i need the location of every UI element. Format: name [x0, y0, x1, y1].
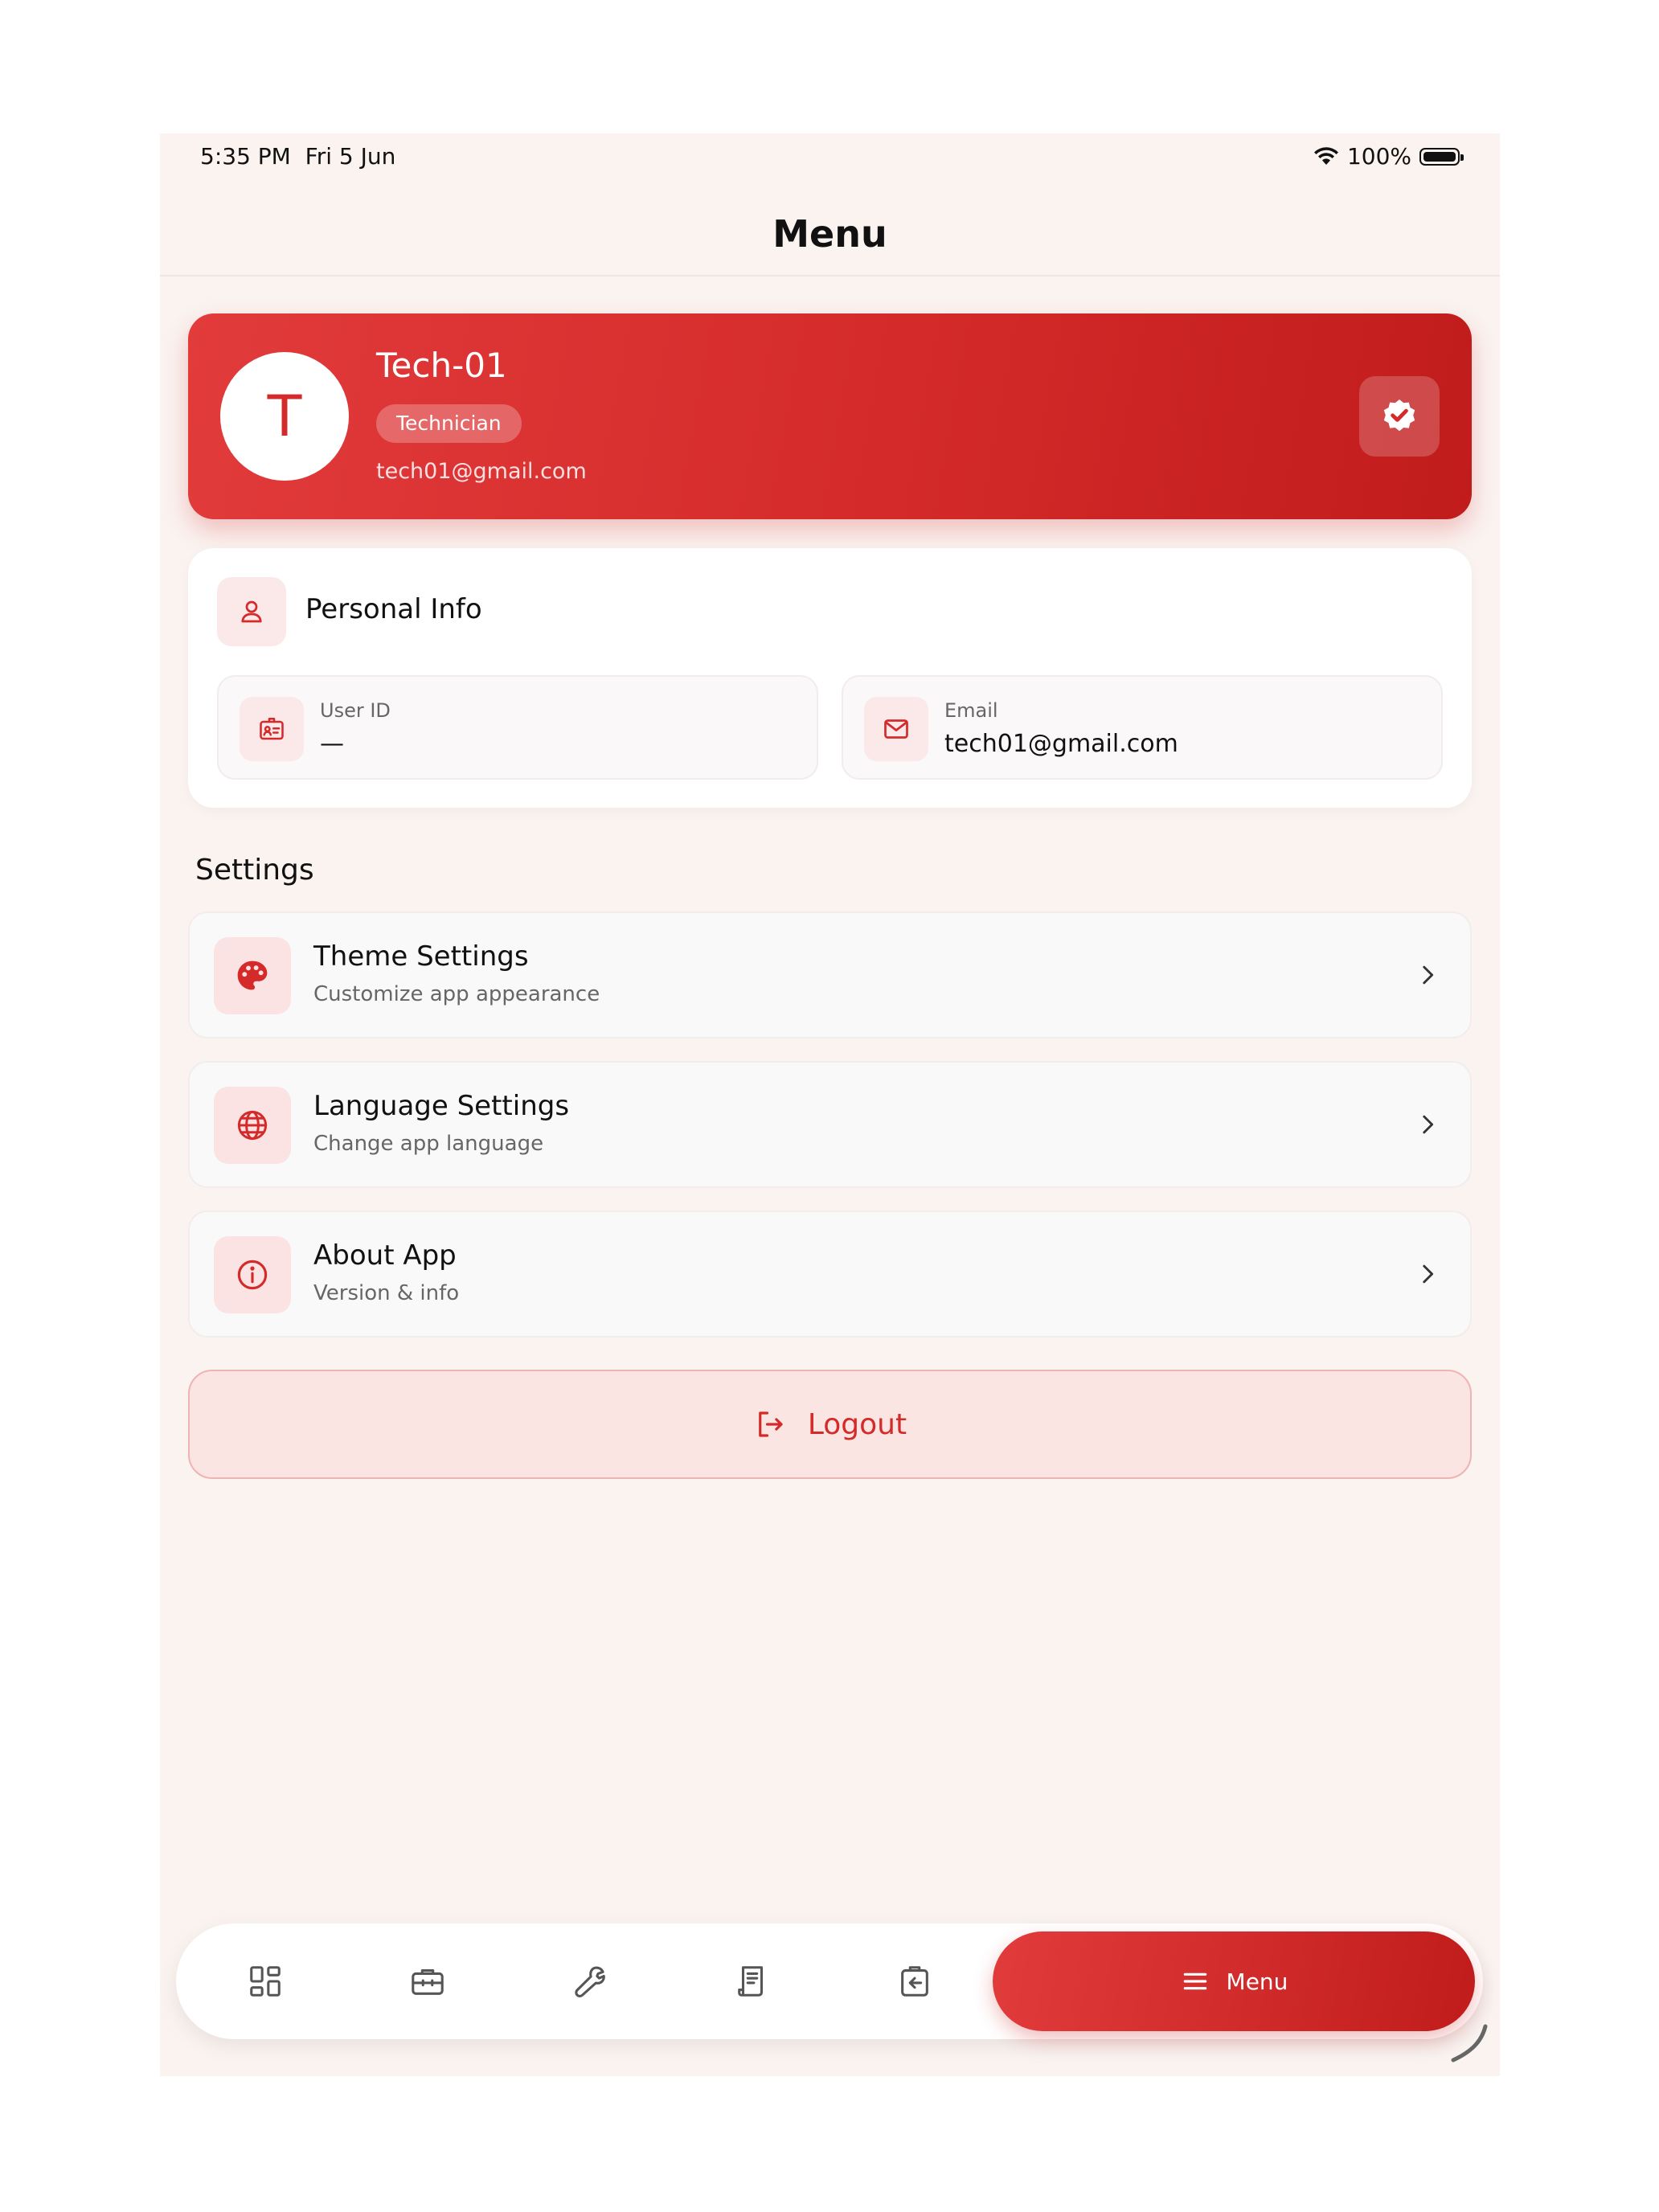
dashboard-icon: [250, 1966, 281, 1997]
mail-icon: [864, 697, 928, 761]
info-icon: [214, 1236, 291, 1313]
personal-info-card: Personal Info User ID — Email tech01@gma…: [188, 548, 1472, 808]
profile-email: tech01@gmail.com: [376, 459, 587, 484]
theme-settings-subtitle: Customize app appearance: [313, 982, 600, 1006]
chevron-right-icon: [1423, 1264, 1434, 1284]
nav-reports[interactable]: [728, 1957, 776, 2005]
header: Menu: [160, 190, 1500, 276]
chevron-right-icon: [1423, 965, 1434, 985]
bottom-navigation: Menu: [176, 1923, 1483, 2039]
clipboard-icon: [901, 1966, 928, 1997]
user-id-value: —: [320, 730, 344, 758]
logout-icon: [759, 1411, 783, 1437]
logout-button[interactable]: Logout: [188, 1370, 1472, 1479]
nav-jobs[interactable]: [403, 1957, 452, 2005]
theme-settings-title: Theme Settings: [313, 940, 529, 973]
verified-badge-icon: [1383, 399, 1415, 432]
page-title: Menu: [772, 212, 887, 256]
role-badge: Technician: [376, 404, 522, 443]
about-app-item[interactable]: About App Version & info: [188, 1210, 1472, 1337]
battery-percent: 100%: [1346, 143, 1411, 170]
user-id-field: User ID —: [217, 675, 818, 780]
email-value: tech01@gmail.com: [944, 730, 1178, 758]
nav-dashboard[interactable]: [241, 1957, 289, 2005]
status-indicators: 100%: [1313, 143, 1464, 170]
globe-icon: [214, 1087, 291, 1164]
wrench-icon: [575, 1966, 605, 1997]
email-label: Email: [944, 699, 998, 722]
battery-icon: [1419, 147, 1464, 166]
nav-checkin[interactable]: [891, 1957, 939, 2005]
profile-name: Tech-01: [376, 346, 507, 385]
user-id-label: User ID: [320, 699, 391, 722]
nav-menu-label: Menu: [1226, 1968, 1288, 1995]
profile-card: T Tech-01 Technician tech01@gmail.com: [188, 313, 1472, 519]
language-settings-item[interactable]: Language Settings Change app language: [188, 1061, 1472, 1188]
logout-label: Logout: [807, 1407, 907, 1441]
avatar: T: [220, 352, 349, 481]
verified-button[interactable]: [1359, 376, 1440, 457]
theme-settings-item[interactable]: Theme Settings Customize app appearance: [188, 911, 1472, 1038]
language-settings-subtitle: Change app language: [313, 1132, 544, 1156]
chevron-right-icon: [1423, 1115, 1434, 1134]
briefcase-icon: [412, 1969, 444, 1995]
palette-icon: [214, 937, 291, 1014]
status-time: 5:35 PM Fri 5 Jun: [200, 143, 396, 170]
scroll-indicator-icon: [1451, 2024, 1488, 2062]
app-window: 5:35 PM Fri 5 Jun 100% Menu T Tech-01 Te…: [160, 133, 1500, 2076]
personal-info-title: Personal Info: [305, 593, 482, 625]
status-bar: 5:35 PM Fri 5 Jun 100%: [160, 133, 1500, 190]
id-badge-icon: [240, 697, 304, 761]
nav-menu-active[interactable]: Menu: [993, 1931, 1475, 2031]
hamburger-menu-icon: [1183, 1972, 1206, 1990]
receipt-icon: [738, 1966, 764, 1997]
about-app-subtitle: Version & info: [313, 1281, 460, 1305]
settings-section-title: Settings: [195, 854, 314, 887]
nav-tools[interactable]: [566, 1957, 614, 2005]
about-app-title: About App: [313, 1239, 457, 1272]
language-settings-title: Language Settings: [313, 1090, 570, 1122]
wifi-icon: [1313, 146, 1338, 165]
email-field: Email tech01@gmail.com: [842, 675, 1443, 780]
person-icon: [217, 577, 286, 646]
